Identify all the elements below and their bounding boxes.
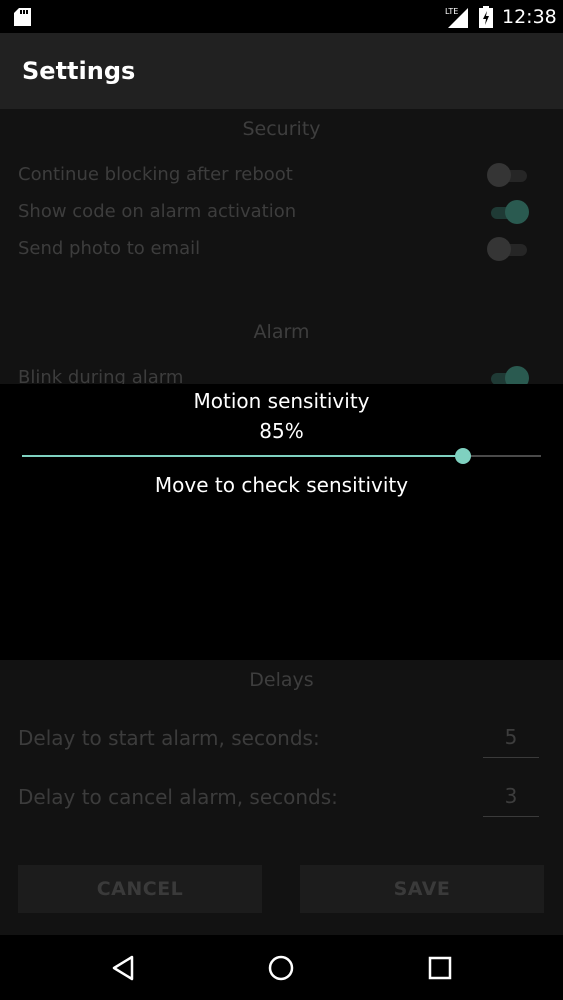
setting-label: Show code on alarm activation [18, 201, 297, 222]
save-button[interactable]: SAVE [300, 865, 544, 913]
recents-icon[interactable] [425, 953, 455, 983]
delay-start-input[interactable] [483, 717, 539, 758]
delay-cancel-label: Delay to cancel alarm, seconds: [18, 785, 338, 809]
home-icon[interactable] [266, 953, 296, 983]
battery-charging-icon [479, 6, 493, 28]
show-code-switch[interactable] [487, 199, 529, 225]
navigation-bar [0, 935, 563, 1000]
delay-cancel-input[interactable] [483, 776, 539, 817]
setting-label: Send photo to email [18, 238, 201, 259]
setting-send-photo[interactable]: Send photo to email [18, 232, 545, 266]
setting-show-code[interactable]: Show code on alarm activation [18, 195, 545, 229]
motion-sensitivity-dialog: Motion sensitivity 85% Move to check sen… [0, 384, 563, 660]
dialog-hint: Move to check sensitivity [154, 473, 409, 497]
status-bar: LTE 12:38 [0, 0, 563, 33]
slider-handle[interactable] [455, 448, 472, 464]
dialog-title: Motion sensitivity [193, 389, 370, 413]
sensitivity-value: 85% [259, 419, 304, 443]
section-title-security: Security [242, 118, 321, 140]
sd-card-icon [14, 8, 31, 26]
svg-text:LTE: LTE [445, 7, 458, 16]
send-photo-switch[interactable] [487, 236, 529, 262]
lte-signal-icon: LTE [445, 7, 468, 28]
status-clock: 12:38 [502, 6, 557, 28]
delay-cancel-row: Delay to cancel alarm, seconds: [18, 772, 545, 818]
sensitivity-slider[interactable] [22, 446, 541, 466]
cancel-button[interactable]: CANCEL [18, 865, 262, 913]
delay-start-label: Delay to start alarm, seconds: [18, 726, 320, 750]
slider-fill [22, 455, 464, 457]
page-title: Settings [22, 57, 136, 85]
back-icon[interactable] [108, 953, 138, 983]
delay-start-row: Delay to start alarm, seconds: [18, 713, 545, 759]
app-bar: Settings [0, 33, 563, 109]
section-title-alarm: Alarm [253, 321, 310, 343]
setting-continue-blocking[interactable]: Continue blocking after reboot [18, 158, 545, 192]
continue-blocking-switch[interactable] [487, 162, 529, 188]
section-title-delays: Delays [249, 669, 314, 691]
setting-label: Continue blocking after reboot [18, 164, 293, 185]
